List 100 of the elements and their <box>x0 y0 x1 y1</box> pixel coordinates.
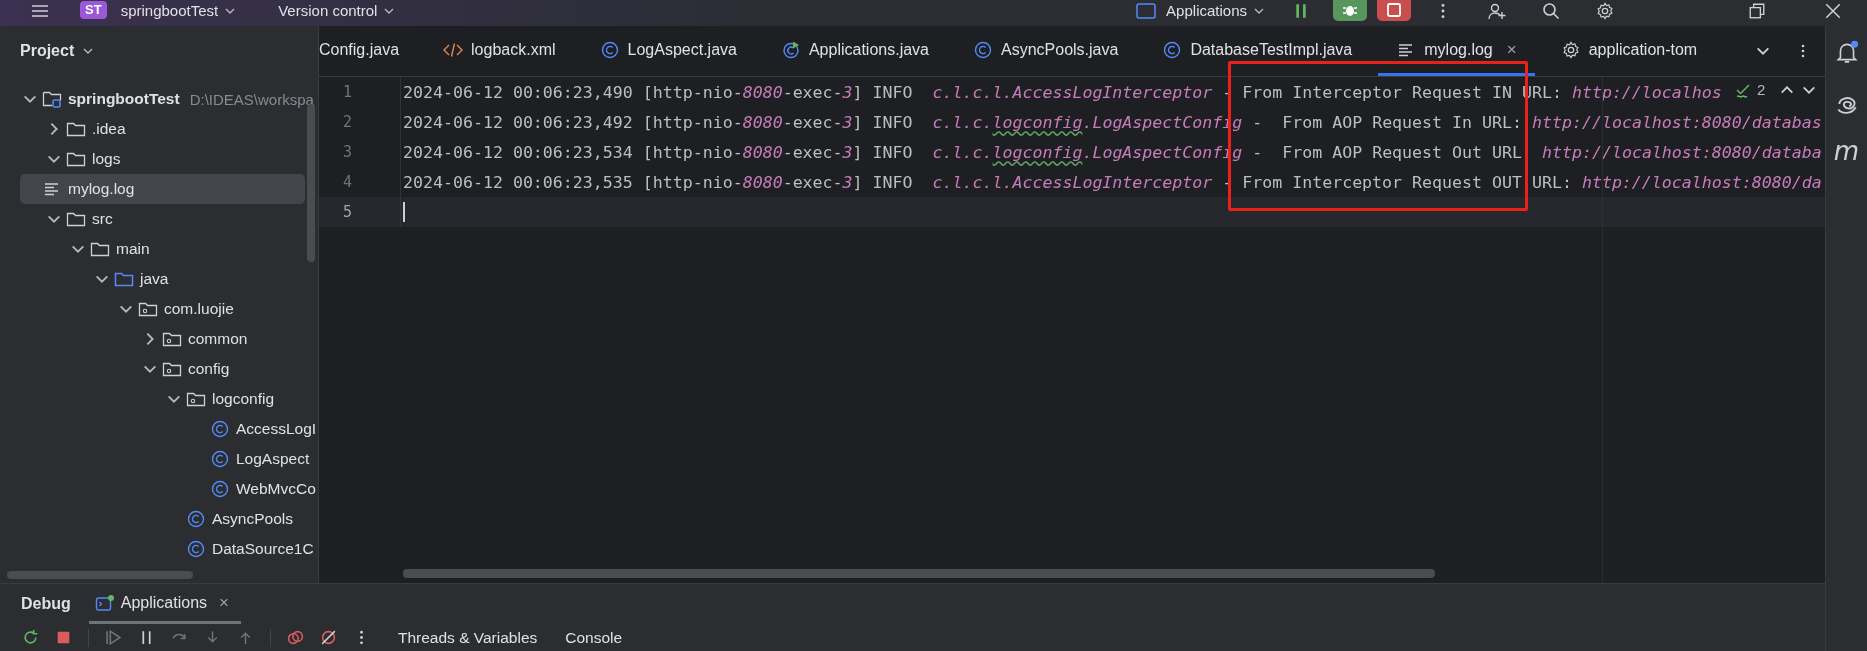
class-icon <box>210 450 230 468</box>
folder-icon <box>66 150 86 168</box>
tree-item[interactable]: WebMvcCo <box>0 474 316 504</box>
class-icon <box>186 510 206 528</box>
check-icon[interactable] <box>1735 81 1751 98</box>
line-number: 1 <box>319 77 401 107</box>
tree-item[interactable]: src <box>0 204 305 234</box>
module-folder-icon <box>42 90 62 108</box>
tab-label: Applications <box>120 593 208 612</box>
class-icon <box>210 420 230 438</box>
tab-label: application-tom <box>1588 40 1698 59</box>
tree-label: AsyncPools <box>212 510 293 528</box>
tree-label: java <box>140 270 169 288</box>
search-icon[interactable] <box>1541 2 1561 20</box>
scrollbar[interactable] <box>403 569 1435 578</box>
tree-item[interactable]: mylog.log <box>20 174 305 204</box>
editor-tab[interactable]: Config.java <box>319 26 418 76</box>
tree-label: src <box>92 210 113 228</box>
class-icon <box>1162 40 1183 59</box>
line-number: 3 <box>319 137 401 167</box>
mute-breakpoints-icon[interactable] <box>320 629 337 646</box>
resume-icon[interactable] <box>105 629 122 646</box>
folder-icon <box>66 120 86 138</box>
tree-label: logs <box>92 150 121 168</box>
scrollbar[interactable] <box>7 571 193 579</box>
folder-icon <box>66 210 86 228</box>
add-user-icon[interactable] <box>1487 2 1507 20</box>
project-name-dropdown[interactable]: springbootTest <box>116 1 241 20</box>
tree-item[interactable]: DataSource1C <box>0 534 314 564</box>
tab-label: AsyncPools.java <box>1001 40 1119 59</box>
project-badge: ST <box>80 1 107 19</box>
package-folder-icon <box>162 330 182 348</box>
tree-item[interactable]: com.luojie <box>0 294 305 324</box>
editor-tab[interactable]: AsyncPools.java <box>955 26 1137 76</box>
menu-icon[interactable] <box>30 2 50 20</box>
stop-button[interactable] <box>1377 0 1411 21</box>
tree-item[interactable]: java <box>0 264 305 294</box>
debug-tab[interactable]: Applications × <box>88 584 241 624</box>
editor-tab[interactable]: logback.xml <box>425 26 574 76</box>
panel-title-dropdown[interactable]: Project <box>14 40 101 62</box>
editor-tab[interactable]: application-tom <box>1542 26 1716 76</box>
tree-item[interactable]: springbootTest D:\IDEAS\workspa <box>0 84 314 114</box>
stop-icon[interactable] <box>55 629 72 646</box>
tree-label: LogAspect <box>236 450 310 468</box>
tree-label: common <box>188 330 248 348</box>
editor-tab[interactable]: DatabaseTestImpl.java <box>1144 26 1371 76</box>
log-line: 2024-06-12 00:06:23,535 [http-nio-8080-exec-3] INFO c.l.c.l.AccessLogInterceptor - From Interceptor Request OUT URL: http://localhost:8080/da <box>403 172 1822 192</box>
rerun-icon[interactable] <box>22 629 39 646</box>
folder-icon <box>114 270 134 288</box>
close-tab-button[interactable]: × <box>1506 39 1517 60</box>
bell-icon[interactable] <box>1834 40 1859 64</box>
close-icon[interactable] <box>1823 2 1843 20</box>
class-icon <box>186 540 206 558</box>
tab-label: DatabaseTestImpl.java <box>1190 40 1353 59</box>
debug-subtab[interactable]: Threads & Variables <box>398 628 538 647</box>
tree-item[interactable]: .idea <box>0 114 305 144</box>
tree-label: springbootTest <box>68 90 180 108</box>
run-config-dropdown[interactable]: Applications <box>1132 1 1269 20</box>
run-window-icon <box>94 593 115 612</box>
tree-label: .idea <box>92 120 126 138</box>
tab-label: LogAspect.java <box>627 40 737 59</box>
restore-window-icon[interactable] <box>1747 2 1767 20</box>
maven-button[interactable]: m <box>1833 138 1860 164</box>
tab-label: mylog.log <box>1424 40 1493 59</box>
tree-label: WebMvcCo <box>236 480 316 498</box>
code-icon <box>443 40 464 59</box>
debug-button[interactable] <box>1333 0 1367 21</box>
settings-icon[interactable] <box>1595 2 1615 20</box>
tree-item[interactable]: common <box>0 324 305 354</box>
tree-label: config <box>188 360 230 378</box>
tree-item[interactable]: logs <box>0 144 305 174</box>
text-cursor <box>403 202 405 222</box>
tree-item[interactable]: logconfig <box>0 384 305 414</box>
tree-item[interactable]: LogAspect <box>0 444 310 474</box>
tab-label: Config.java <box>319 40 400 59</box>
editor-tab[interactable]: LogAspect.java <box>581 26 755 76</box>
line-number: 5 <box>319 197 401 227</box>
tree-label: mylog.log <box>68 180 135 198</box>
line-number: 2 <box>319 107 401 137</box>
debug-subtab[interactable]: Console <box>565 628 623 647</box>
editor-tab[interactable]: Applications.java <box>762 26 947 76</box>
tab-label: Applications.java <box>808 40 929 59</box>
class-icon <box>210 480 230 498</box>
tree-item[interactable]: AsyncPools <box>0 504 305 534</box>
tree-label: DataSource1C <box>212 540 314 558</box>
gear-icon <box>1560 40 1581 59</box>
tree-item[interactable]: main <box>0 234 305 264</box>
package-folder-icon <box>186 390 206 408</box>
class-icon <box>973 40 993 59</box>
folder-icon <box>90 240 110 258</box>
editor-tab[interactable]: mylog.log × <box>1378 26 1535 76</box>
tab-label: logback.xml <box>471 40 556 59</box>
vcs-dropdown[interactable]: Version control <box>274 1 400 20</box>
tree-label: main <box>116 240 150 258</box>
panel-title: Debug <box>21 595 71 613</box>
tree-item[interactable]: AccessLogI <box>0 414 317 444</box>
tree-item[interactable]: config <box>0 354 305 384</box>
package-folder-icon <box>138 300 158 318</box>
breakpoints-icon[interactable] <box>287 629 304 646</box>
close-tab-button[interactable]: × <box>219 592 229 613</box>
